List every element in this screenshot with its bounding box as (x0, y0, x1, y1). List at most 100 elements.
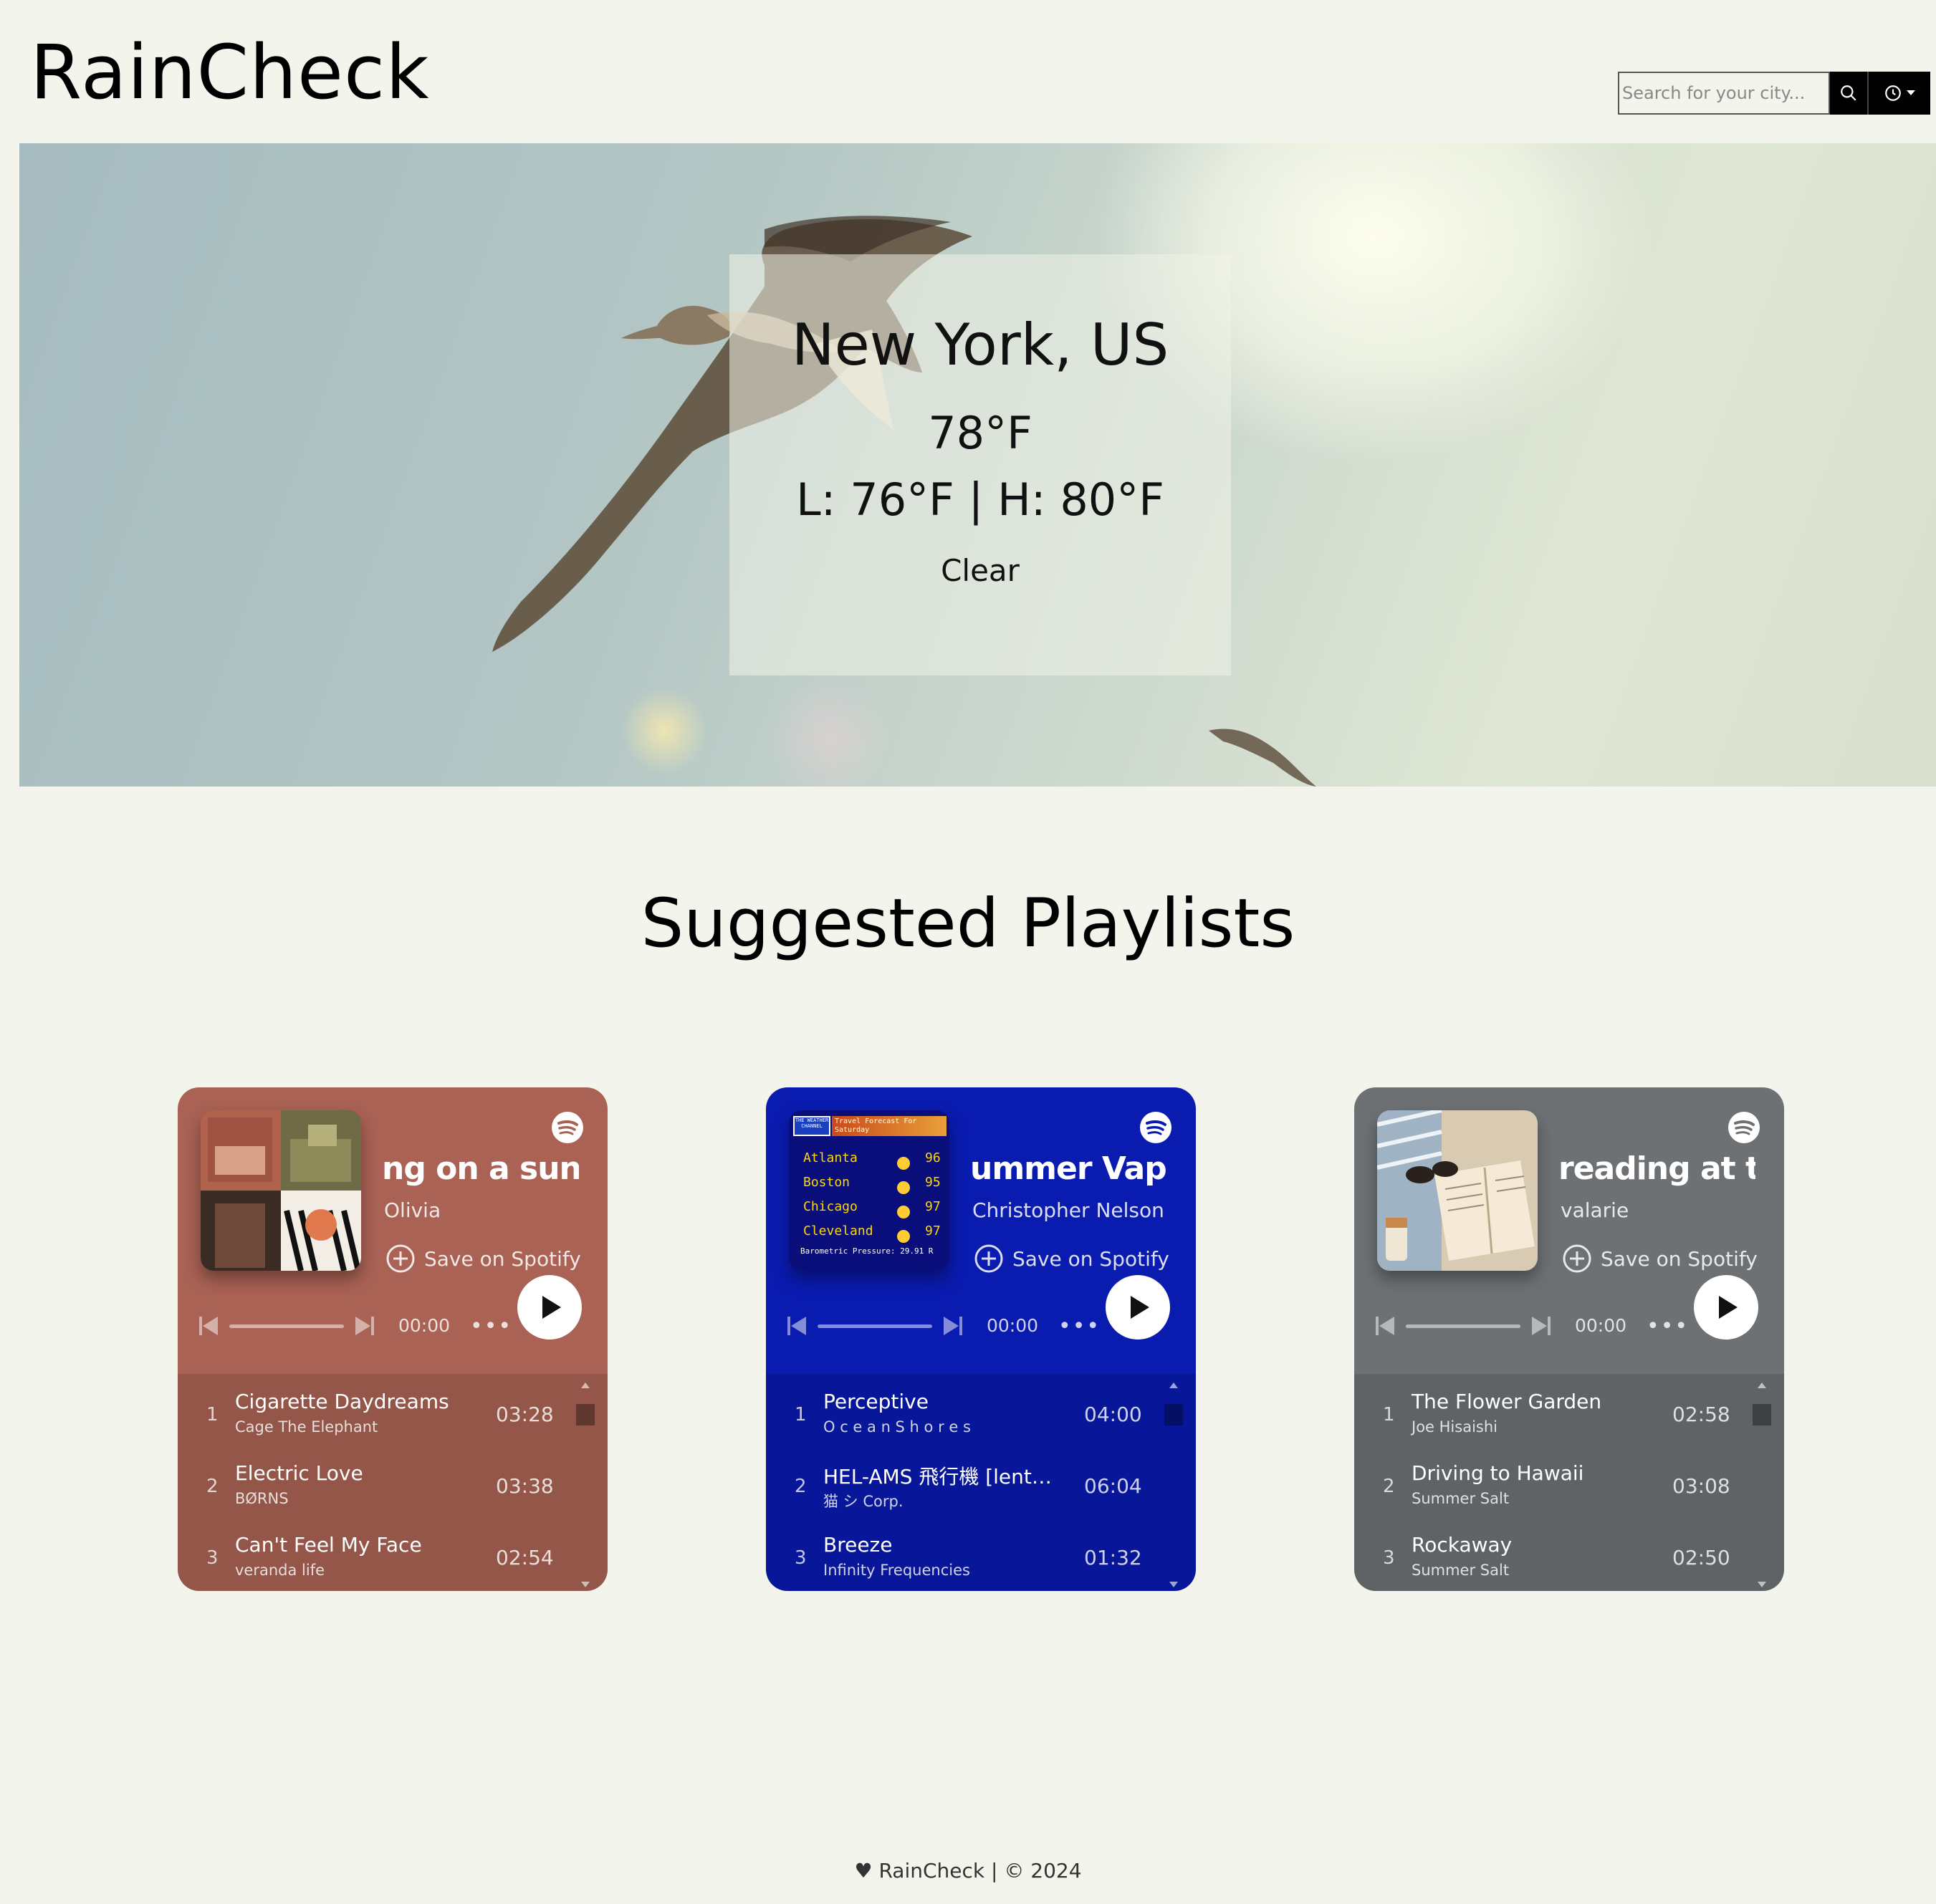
history-dropdown-button[interactable] (1867, 72, 1930, 115)
spotify-logo-icon[interactable] (552, 1112, 583, 1143)
track-row[interactable]: 3 Breeze Infinity Frequencies 01:32 (766, 1517, 1196, 1589)
elapsed-time: 00:00 (1575, 1315, 1627, 1336)
weather-condition: Clear (941, 553, 1020, 588)
playlist-owner[interactable]: Olivia (384, 1198, 441, 1222)
track-duration: 02:58 (1672, 1403, 1730, 1426)
more-options-button[interactable]: ••• (1647, 1314, 1689, 1339)
plus-circle-icon (1563, 1244, 1591, 1273)
play-button[interactable] (1694, 1275, 1758, 1340)
plus-circle-icon (974, 1244, 1003, 1273)
weather-card: New York, US 78°F L: 76°F | H: 80°F Clea… (729, 254, 1231, 675)
track-artist: Summer Salt (1412, 1562, 1510, 1579)
track-row[interactable]: 1 Perceptive O c e a n S h o r e s 04:00 (766, 1374, 1196, 1446)
cover-high: 95 (925, 1175, 941, 1190)
track-duration: 06:04 (1084, 1474, 1142, 1498)
track-list: 1 Perceptive O c e a n S h o r e s 04:00… (766, 1374, 1196, 1591)
cover-footer: Barometric Pressure: 29.91 R (800, 1246, 934, 1256)
track-list-scrollbar[interactable] (1751, 1381, 1773, 1589)
playlist-cover[interactable]: THE WEATHER CHANNEL Travel Forecast For … (789, 1110, 949, 1271)
search-button[interactable] (1830, 72, 1867, 115)
track-duration: 04:00 (1084, 1403, 1142, 1426)
track-artist: O c e a n S h o r e s (823, 1418, 971, 1436)
cover-city: Chicago (803, 1199, 858, 1214)
track-list-scrollbar[interactable] (575, 1381, 596, 1589)
next-track-icon[interactable] (1530, 1315, 1552, 1337)
track-number: 3 (1383, 1547, 1395, 1569)
progress-bar[interactable] (1406, 1324, 1520, 1328)
track-row[interactable]: 2 HEL-AMS 飛行機 [lentoke... 猫 シ Corp. 06:0… (766, 1446, 1196, 1517)
track-row[interactable]: 2 Driving to Hawaii Summer Salt 03:08 (1354, 1446, 1784, 1517)
playlist-title[interactable]: reading at the (1558, 1150, 1755, 1187)
app-logo[interactable]: RainCheck (30, 29, 429, 116)
track-title: The Flower Garden (1412, 1390, 1602, 1413)
track-duration: 02:54 (496, 1546, 554, 1569)
cover-city: Cleveland (803, 1223, 873, 1239)
track-row[interactable]: 3 Rockaway Summer Salt 02:50 (1354, 1517, 1784, 1589)
play-icon (1131, 1296, 1149, 1319)
previous-track-icon[interactable] (1374, 1315, 1396, 1337)
playlist-cover[interactable] (201, 1110, 361, 1271)
playlist-title[interactable]: ummer Vapor (970, 1150, 1167, 1187)
previous-track-icon[interactable] (198, 1315, 219, 1337)
next-track-icon[interactable] (354, 1315, 375, 1337)
track-title: Cigarette Daydreams (235, 1390, 449, 1413)
cover-high: 97 (925, 1199, 941, 1214)
temperature-range: L: 76°F | H: 80°F (796, 473, 1164, 526)
track-row[interactable]: 1 The Flower Garden Joe Hisaishi 02:58 (1354, 1374, 1784, 1446)
save-label: Save on Spotify (1601, 1246, 1758, 1271)
search-icon (1841, 85, 1856, 101)
cover-high: 97 (925, 1223, 941, 1239)
playlist-owner[interactable]: valarie (1561, 1198, 1629, 1222)
track-artist: 猫 シ Corp. (823, 1493, 904, 1510)
track-artist: BØRNS (235, 1490, 289, 1507)
spotify-logo-icon[interactable] (1140, 1112, 1171, 1143)
previous-track-icon[interactable] (786, 1315, 808, 1337)
save-on-spotify-button[interactable]: Save on Spotify (385, 1244, 581, 1274)
save-on-spotify-button[interactable]: Save on Spotify (1562, 1244, 1758, 1274)
playlist-embed: THE WEATHER CHANNEL Travel Forecast For … (766, 1087, 1196, 1591)
track-title: Driving to Hawaii (1412, 1461, 1584, 1485)
track-number: 3 (795, 1547, 807, 1569)
caret-down-icon (1907, 90, 1915, 95)
playlist-cover[interactable] (1377, 1110, 1538, 1271)
track-duration: 02:50 (1672, 1546, 1730, 1569)
track-title: Rockaway (1412, 1533, 1513, 1557)
more-options-button[interactable]: ••• (1058, 1314, 1101, 1339)
track-title: HEL-AMS 飛行機 [lentoke... (823, 1465, 1060, 1489)
more-options-button[interactable]: ••• (470, 1314, 512, 1339)
play-button[interactable] (1106, 1275, 1170, 1340)
cover-city: Boston (803, 1175, 850, 1190)
track-title: Breeze (823, 1533, 893, 1557)
track-duration: 03:08 (1672, 1474, 1730, 1498)
progress-bar[interactable] (229, 1324, 344, 1328)
track-number: 1 (795, 1404, 807, 1425)
spotify-logo-icon[interactable] (1728, 1112, 1760, 1143)
track-artist: Joe Hisaishi (1412, 1418, 1497, 1436)
track-title: Perceptive (823, 1390, 929, 1413)
track-number: 3 (206, 1547, 219, 1569)
progress-bar[interactable] (818, 1324, 932, 1328)
elapsed-time: 00:00 (987, 1315, 1039, 1336)
playlist-title[interactable]: ng on a sunny s (382, 1150, 579, 1187)
search-input[interactable] (1618, 72, 1830, 115)
track-title: Electric Love (235, 1461, 363, 1485)
track-number: 2 (206, 1476, 219, 1497)
search-bar (1618, 72, 1930, 115)
current-temperature: 78°F (928, 407, 1032, 459)
play-button[interactable] (517, 1275, 582, 1340)
track-row[interactable]: 1 Cigarette Daydreams Cage The Elephant … (178, 1374, 608, 1446)
track-list-scrollbar[interactable] (1163, 1381, 1184, 1589)
save-on-spotify-button[interactable]: Save on Spotify (974, 1244, 1169, 1274)
plus-circle-icon (386, 1244, 415, 1273)
playback-controls (786, 1315, 964, 1337)
elapsed-time: 00:00 (398, 1315, 451, 1336)
track-duration: 03:38 (496, 1474, 554, 1498)
weather-channel-logo: THE WEATHER CHANNEL (793, 1116, 830, 1136)
track-duration: 01:32 (1084, 1546, 1142, 1569)
playlist-owner[interactable]: Christopher Nelson (972, 1198, 1164, 1222)
play-icon (1719, 1296, 1738, 1319)
next-track-icon[interactable] (942, 1315, 964, 1337)
track-row[interactable]: 3 Can't Feel My Face veranda life 02:54 (178, 1517, 608, 1589)
save-label: Save on Spotify (1012, 1246, 1169, 1271)
track-row[interactable]: 2 Electric Love BØRNS 03:38 (178, 1446, 608, 1517)
